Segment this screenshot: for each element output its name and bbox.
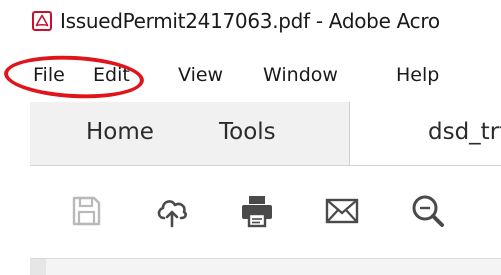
save-icon[interactable]: [68, 193, 104, 229]
tab-bar: Home Tools dsd_trt_: [30, 102, 501, 166]
menu-file[interactable]: File: [33, 64, 65, 86]
print-icon[interactable]: [239, 193, 275, 229]
title-bar: IssuedPermit2417063.pdf - Adobe Acro: [0, 0, 501, 51]
menu-view[interactable]: View: [178, 64, 223, 86]
tab-tools[interactable]: Tools: [219, 119, 276, 145]
menu-bar: File Edit View Window Help: [0, 50, 501, 102]
page-thumbnail-edge: [30, 259, 46, 275]
tab-home[interactable]: Home: [86, 119, 154, 145]
toolbar: [30, 166, 501, 258]
document-area-edge: [30, 258, 501, 275]
cloud-upload-icon[interactable]: [154, 193, 190, 229]
email-icon[interactable]: [324, 193, 360, 229]
window-title: IssuedPermit2417063.pdf - Adobe Acro: [60, 9, 440, 33]
menu-edit[interactable]: Edit: [93, 64, 130, 86]
menu-help[interactable]: Help: [396, 64, 439, 86]
tab-document[interactable]: dsd_trt_: [350, 102, 501, 165]
tab-document-label: dsd_trt_: [428, 119, 501, 145]
menu-window[interactable]: Window: [263, 64, 338, 86]
left-gutter: [0, 102, 30, 274]
zoom-out-icon[interactable]: [410, 193, 446, 229]
adobe-acrobat-icon: [32, 11, 52, 31]
